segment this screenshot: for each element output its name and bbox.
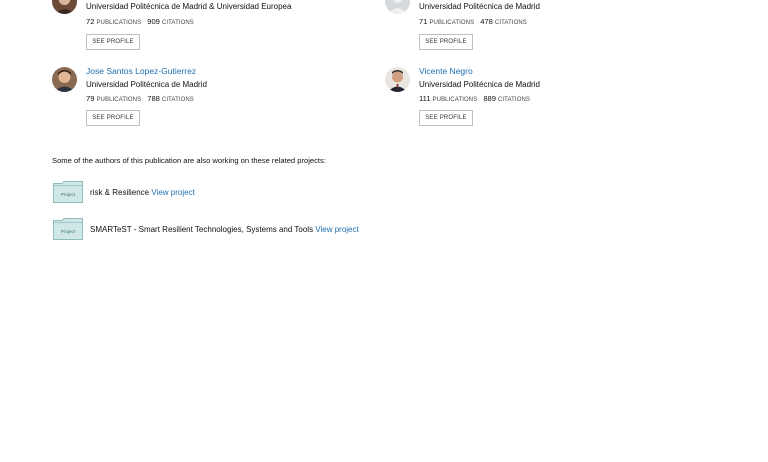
author-affiliation: Universidad Politécnica de Madrid & Univ… [86, 2, 292, 11]
publications-label: PUBLICATIONS [429, 20, 475, 26]
view-project-link[interactable]: View project [315, 225, 358, 234]
publications-count: 79 [86, 94, 95, 103]
citations-label: CITATIONS [161, 20, 194, 26]
citations-label: CITATIONS [497, 97, 530, 103]
publications-label: PUBLICATIONS [96, 97, 142, 103]
view-project-link[interactable]: View project [151, 188, 194, 197]
author-avatar[interactable] [385, 67, 410, 92]
project-folder-icon: Project [53, 181, 83, 203]
author-stats: 111 PUBLICATIONS 889 CITATIONS [419, 94, 534, 103]
citations-label: CITATIONS [161, 97, 194, 103]
author-stats: 79 PUBLICATIONS 788 CITATIONS [86, 94, 198, 103]
publications-label: PUBLICATIONS [96, 20, 142, 26]
project-folder-icon: Project [53, 218, 83, 240]
project-title-text: risk & Resilience [90, 188, 150, 197]
author-avatar[interactable] [52, 67, 77, 92]
author-affiliation: Universidad Politécnica de Madrid [419, 2, 540, 11]
author-stats: 72 PUBLICATIONS 909 CITATIONS [86, 17, 198, 26]
see-profile-button[interactable]: SEE PROFILE [419, 34, 473, 50]
project-badge: Project [61, 229, 76, 234]
project-title: SMARTeST - Smart Resilient Technologies,… [90, 225, 359, 234]
see-profile-button[interactable]: SEE PROFILE [86, 110, 140, 126]
project-title: risk & Resilience View project [90, 188, 195, 197]
see-profile-button[interactable]: SEE PROFILE [86, 34, 140, 50]
see-profile-button[interactable]: SEE PROFILE [419, 110, 473, 126]
author-name-link[interactable]: Vicente Negro [419, 66, 473, 76]
publications-label: PUBLICATIONS [432, 97, 478, 103]
publications-count: 72 [86, 17, 95, 26]
publications-count: 111 [419, 94, 431, 103]
citations-count: 909 [147, 17, 160, 26]
citations-count: 788 [147, 94, 160, 103]
author-avatar-placeholder-icon[interactable] [385, 0, 410, 14]
project-title-text: SMARTeST - Smart Resilient Technologies,… [90, 225, 314, 234]
author-name-link[interactable]: Jose Santos Lopez-Gutierrez [86, 66, 196, 76]
project-badge: Project [61, 192, 76, 197]
author-affiliation: Universidad Politécnica de Madrid [86, 80, 207, 89]
author-affiliation: Universidad Politécnica de Madrid [419, 80, 540, 89]
citations-count: 478 [480, 17, 493, 26]
related-projects-heading: Some of the authors of this publication … [52, 156, 326, 165]
author-stats: 71 PUBLICATIONS 478 CITATIONS [419, 17, 531, 26]
citations-count: 889 [483, 94, 496, 103]
author-avatar[interactable] [52, 0, 77, 14]
citations-label: CITATIONS [494, 20, 527, 26]
publications-count: 71 [419, 17, 428, 26]
